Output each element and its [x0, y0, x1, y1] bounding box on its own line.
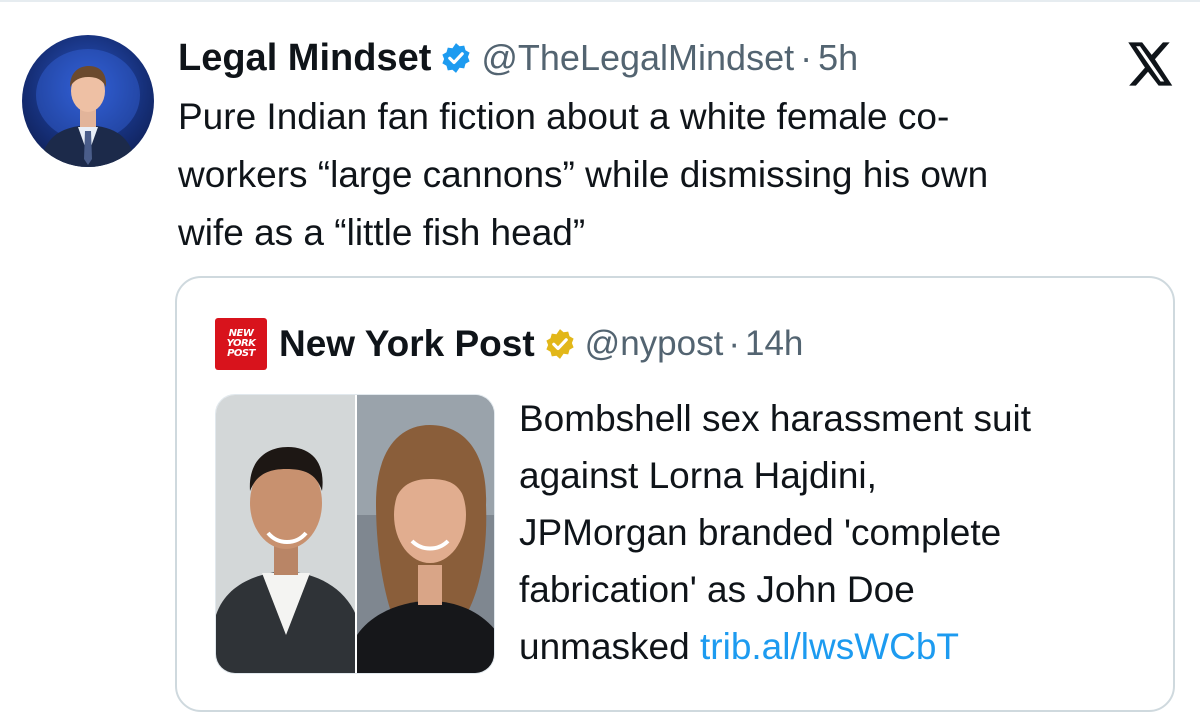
- quoted-author-name[interactable]: New York Post: [279, 323, 535, 365]
- nypost-logo-avatar[interactable]: NEW YORK POST: [215, 318, 267, 370]
- article-thumbnail[interactable]: [215, 394, 495, 674]
- tweet-text-line: Pure Indian fan fiction about a white fe…: [178, 96, 950, 137]
- tweet-text: Pure Indian fan fiction about a white fe…: [178, 88, 1168, 262]
- quoted-text-line-last: unmasked trib.al/lwsWCbT: [519, 618, 1159, 675]
- quoted-tweet-timestamp[interactable]: 14h: [745, 324, 803, 364]
- quoted-author-handle[interactable]: @nypost: [585, 324, 724, 364]
- tweet-text-line: wife as a “little fish head”: [178, 212, 586, 253]
- verified-badge-icon[interactable]: [439, 41, 473, 75]
- nypost-logo-text: POST: [227, 348, 255, 359]
- author-handle[interactable]: @TheLegalMindset: [481, 37, 794, 79]
- author-name[interactable]: Legal Mindset: [178, 37, 431, 80]
- verified-org-badge-icon[interactable]: [543, 327, 577, 361]
- quoted-text-line: JPMorgan branded 'complete: [519, 512, 1002, 553]
- quoted-text-line: fabrication' as John Doe: [519, 569, 915, 610]
- x-logo-icon[interactable]: [1122, 38, 1174, 90]
- top-divider: [0, 0, 1200, 2]
- quoted-tweet-card[interactable]: NEW YORK POST New York Post @nypost · 14…: [175, 276, 1175, 712]
- separator-dot: ·: [728, 324, 740, 363]
- quoted-tweet-text: Bombshell sex harassment suit against Lo…: [519, 390, 1159, 675]
- quoted-tweet-header: NEW YORK POST New York Post @nypost · 14…: [215, 318, 803, 370]
- tweet-timestamp[interactable]: 5h: [818, 37, 858, 79]
- quoted-text-line: against Lorna Hajdini,: [519, 455, 877, 496]
- quoted-text-line: Bombshell sex harassment suit: [519, 398, 1032, 439]
- author-avatar[interactable]: [22, 35, 154, 167]
- article-link[interactable]: trib.al/lwsWCbT: [700, 626, 959, 667]
- tweet-text-line: workers “large cannons” while dismissing…: [178, 154, 989, 195]
- separator-dot: ·: [800, 37, 813, 78]
- tweet-header: Legal Mindset @TheLegalMindset · 5h: [178, 30, 858, 86]
- quoted-text-prefix: unmasked: [519, 626, 700, 667]
